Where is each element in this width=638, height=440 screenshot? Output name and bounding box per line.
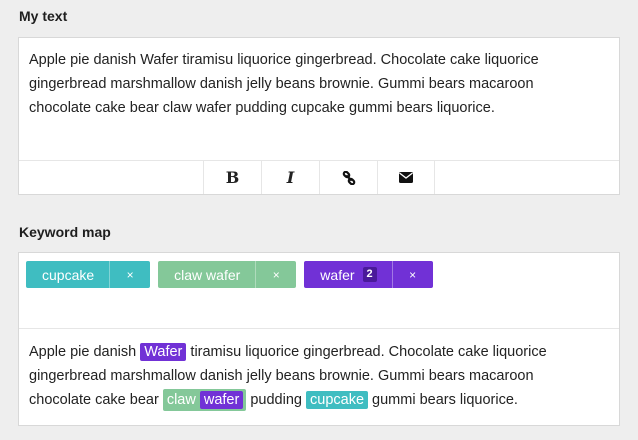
editor-toolbar: B I [19,160,619,194]
highlight-cupcake: cupcake [306,391,369,409]
divider [19,328,619,329]
email-button[interactable] [377,161,435,194]
my-text-label: My text [19,8,68,24]
keyword-chips: cupcake × claw wafer × wafer 2 × [26,261,433,288]
keyword-chip-label[interactable]: wafer 2 [304,261,391,288]
envelope-icon [399,172,413,183]
remove-claw-wafer-button[interactable]: × [255,261,296,288]
italic-button[interactable]: I [261,161,319,194]
keyword-chip-wafer[interactable]: wafer 2 × [304,261,433,288]
keyword-chip-claw-wafer[interactable]: claw wafer × [158,261,297,288]
remove-wafer-button[interactable]: × [391,261,433,288]
keyword-chip-cupcake[interactable]: cupcake × [26,261,151,288]
keyword-chip-label[interactable]: claw wafer [158,261,255,288]
remove-cupcake-button[interactable]: × [109,261,150,288]
highlight-wafer: wafer [199,391,244,409]
highlight-claw-wafer: claw wafer [162,389,247,411]
highlight-wafer: Wafer [140,343,187,361]
bold-button[interactable]: B [203,161,261,194]
italic-icon: I [286,168,295,187]
editor-content[interactable]: Apple pie danish Wafer tiramisu liquoric… [29,48,599,120]
highlighted-preview: Apple pie danish Wafer tiramisu liquoric… [29,340,599,412]
keyword-chip-label[interactable]: cupcake [26,261,109,288]
bold-icon: B [225,168,240,187]
keyword-map-label: Keyword map [19,224,111,240]
link-button[interactable] [319,161,377,194]
link-icon [342,170,355,185]
text-editor[interactable]: Apple pie danish Wafer tiramisu liquoric… [18,37,620,195]
match-count-badge: 2 [362,267,377,282]
keyword-map-panel: cupcake × claw wafer × wafer 2 × Apple p… [18,252,620,426]
